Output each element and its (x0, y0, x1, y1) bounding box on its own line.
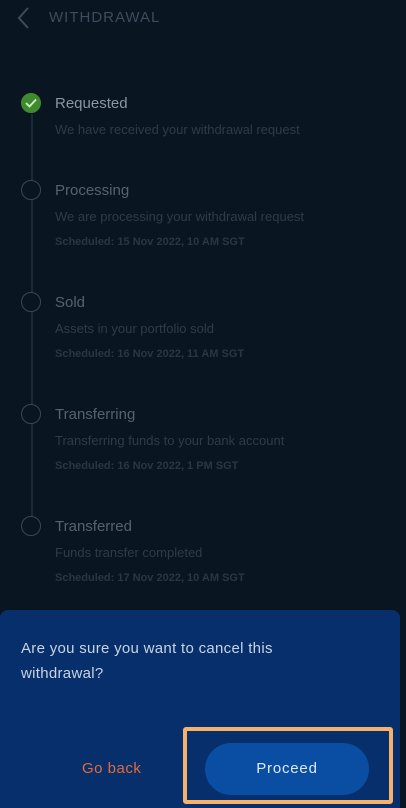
step-description: Assets in your portfolio sold (55, 321, 214, 336)
step-circle-icon (21, 516, 41, 536)
check-icon (21, 93, 41, 113)
page-title: WITHDRAWAL (49, 9, 161, 26)
step-scheduled: Scheduled: 16 Nov 2022, 11 AM SGT (55, 348, 245, 360)
step-circle-icon (21, 180, 41, 200)
step-label: Sold (55, 294, 86, 311)
proceed-button[interactable]: Proceed (205, 743, 369, 795)
step-scheduled: Scheduled: 16 Nov 2022, 1 PM SGT (55, 460, 239, 472)
top-bar: WITHDRAWAL (0, 0, 406, 40)
step-description: Funds transfer completed (55, 545, 203, 560)
timeline-line (31, 114, 33, 526)
step-description: Transferring funds to your bank account (55, 433, 285, 448)
go-back-button[interactable]: Go back (82, 760, 141, 777)
step-label: Transferring (55, 406, 136, 423)
step-label: Requested (55, 95, 128, 112)
step-description: We have received your withdrawal request (55, 122, 300, 137)
chevron-left-icon[interactable] (14, 6, 36, 30)
step-scheduled: Scheduled: 17 Nov 2022, 10 AM SGT (55, 572, 245, 584)
step-scheduled: Scheduled: 15 Nov 2022, 10 AM SGT (55, 236, 245, 248)
step-label: Processing (55, 182, 130, 199)
step-label: Transferred (55, 518, 132, 535)
dialog-message: Are you sure you want to cancel this wit… (21, 640, 273, 682)
step-circle-icon (21, 404, 41, 424)
step-description: We are processing your withdrawal reques… (55, 209, 305, 224)
step-circle-icon (21, 292, 41, 312)
